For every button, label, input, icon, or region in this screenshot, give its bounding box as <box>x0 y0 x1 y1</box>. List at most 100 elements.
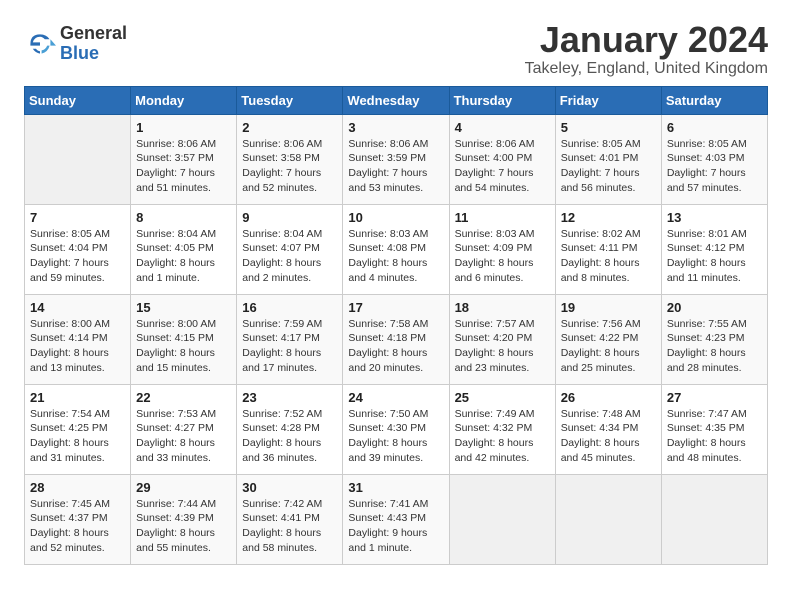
week-row-1: 1 Sunrise: 8:06 AMSunset: 3:57 PMDaylight… <box>25 114 768 204</box>
day-number: 2 <box>242 120 337 135</box>
logo-general-text: General <box>60 24 127 44</box>
day-number: 20 <box>667 300 762 315</box>
day-number: 26 <box>561 390 656 405</box>
calendar-cell: 6Sunrise: 8:05 AMSunset: 4:03 PMDaylight… <box>661 114 767 204</box>
day-info: Sunrise: 8:02 AMSunset: 4:11 PMDaylight:… <box>561 227 656 286</box>
day-info: Sunrise: 8:06 AMSunset: 3:58 PMDaylight:… <box>242 137 337 196</box>
calendar-cell: 18 Sunrise: 7:57 AMSunset: 4:20 PMDayligh… <box>449 294 555 384</box>
day-info: Sunrise: 7:50 AMSunset: 4:30 PMDaylight:… <box>348 407 443 466</box>
day-info: Sunrise: 7:41 AMSunset: 4:43 PMDaylight:… <box>348 497 443 556</box>
day-info: Sunrise: 7:58 AMSunset: 4:18 PMDaylight:… <box>348 317 443 376</box>
day-number: 22 <box>136 390 231 405</box>
day-number: 7 <box>30 210 125 225</box>
day-info: Sunrise: 7:44 AMSunset: 4:39 PMDaylight:… <box>136 497 231 556</box>
calendar-cell: 26 Sunrise: 7:48 AMSunset: 4:34 PMDayligh… <box>555 384 661 474</box>
calendar-cell <box>449 474 555 564</box>
calendar-table: SundayMondayTuesdayWednesdayThursdayFrid… <box>24 86 768 565</box>
logo: General Blue <box>24 24 127 64</box>
day-info: Sunrise: 8:05 AMSunset: 4:01 PMDaylight:… <box>561 137 656 196</box>
day-number: 23 <box>242 390 337 405</box>
week-row-4: 21Sunrise: 7:54 AMSunset: 4:25 PMDayligh… <box>25 384 768 474</box>
weekday-header-sunday: Sunday <box>25 86 131 114</box>
day-number: 11 <box>455 210 550 225</box>
day-number: 5 <box>561 120 656 135</box>
day-number: 13 <box>667 210 762 225</box>
calendar-cell: 29 Sunrise: 7:44 AMSunset: 4:39 PMDayligh… <box>131 474 237 564</box>
week-row-5: 28 Sunrise: 7:45 AMSunset: 4:37 PMDayligh… <box>25 474 768 564</box>
calendar-cell: 31 Sunrise: 7:41 AMSunset: 4:43 PMDayligh… <box>343 474 449 564</box>
calendar-cell: 24 Sunrise: 7:50 AMSunset: 4:30 PMDayligh… <box>343 384 449 474</box>
calendar-cell: 23 Sunrise: 7:52 AMSunset: 4:28 PMDayligh… <box>237 384 343 474</box>
calendar-cell: 7Sunrise: 8:05 AMSunset: 4:04 PMDaylight… <box>25 204 131 294</box>
day-info: Sunrise: 8:00 AMSunset: 4:14 PMDaylight:… <box>30 317 125 376</box>
week-row-2: 7Sunrise: 8:05 AMSunset: 4:04 PMDaylight… <box>25 204 768 294</box>
day-number: 1 <box>136 120 231 135</box>
day-info: Sunrise: 8:06 AMSunset: 3:57 PMDaylight:… <box>136 137 231 196</box>
day-info: Sunrise: 7:45 AMSunset: 4:37 PMDaylight:… <box>30 497 125 556</box>
day-number: 18 <box>455 300 550 315</box>
weekday-header-friday: Friday <box>555 86 661 114</box>
calendar-cell: 9Sunrise: 8:04 AMSunset: 4:07 PMDaylight… <box>237 204 343 294</box>
calendar-cell: 25 Sunrise: 7:49 AMSunset: 4:32 PMDayligh… <box>449 384 555 474</box>
day-info: Sunrise: 8:04 AMSunset: 4:07 PMDaylight:… <box>242 227 337 286</box>
title-block: January 2024 Takeley, England, United Ki… <box>525 20 768 78</box>
day-number: 12 <box>561 210 656 225</box>
day-number: 4 <box>455 120 550 135</box>
calendar-cell <box>661 474 767 564</box>
day-number: 25 <box>455 390 550 405</box>
day-info: Sunrise: 8:01 AMSunset: 4:12 PMDaylight:… <box>667 227 762 286</box>
day-number: 28 <box>30 480 125 495</box>
calendar-cell: 3 Sunrise: 8:06 AMSunset: 3:59 PMDaylight… <box>343 114 449 204</box>
calendar-cell: 5 Sunrise: 8:05 AMSunset: 4:01 PMDaylight… <box>555 114 661 204</box>
calendar-cell: 12 Sunrise: 8:02 AMSunset: 4:11 PMDayligh… <box>555 204 661 294</box>
day-number: 31 <box>348 480 443 495</box>
page-header: General Blue January 2024 Takeley, Engla… <box>24 20 768 78</box>
calendar-cell: 1 Sunrise: 8:06 AMSunset: 3:57 PMDaylight… <box>131 114 237 204</box>
day-number: 19 <box>561 300 656 315</box>
day-info: Sunrise: 7:57 AMSunset: 4:20 PMDaylight:… <box>455 317 550 376</box>
calendar-cell: 19Sunrise: 7:56 AMSunset: 4:22 PMDayligh… <box>555 294 661 384</box>
day-number: 30 <box>242 480 337 495</box>
day-info: Sunrise: 7:42 AMSunset: 4:41 PMDaylight:… <box>242 497 337 556</box>
calendar-cell: 20Sunrise: 7:55 AMSunset: 4:23 PMDayligh… <box>661 294 767 384</box>
day-number: 29 <box>136 480 231 495</box>
calendar-cell: 27Sunrise: 7:47 AMSunset: 4:35 PMDayligh… <box>661 384 767 474</box>
day-info: Sunrise: 7:48 AMSunset: 4:34 PMDaylight:… <box>561 407 656 466</box>
weekday-header-thursday: Thursday <box>449 86 555 114</box>
calendar-cell: 16 Sunrise: 7:59 AMSunset: 4:17 PMDayligh… <box>237 294 343 384</box>
calendar-cell: 14 Sunrise: 8:00 AMSunset: 4:14 PMDayligh… <box>25 294 131 384</box>
day-info: Sunrise: 7:59 AMSunset: 4:17 PMDaylight:… <box>242 317 337 376</box>
calendar-cell: 2 Sunrise: 8:06 AMSunset: 3:58 PMDaylight… <box>237 114 343 204</box>
day-number: 10 <box>348 210 443 225</box>
calendar-cell: 17 Sunrise: 7:58 AMSunset: 4:18 PMDayligh… <box>343 294 449 384</box>
day-number: 3 <box>348 120 443 135</box>
day-number: 24 <box>348 390 443 405</box>
day-number: 27 <box>667 390 762 405</box>
day-number: 17 <box>348 300 443 315</box>
weekday-header-tuesday: Tuesday <box>237 86 343 114</box>
weekday-header-row: SundayMondayTuesdayWednesdayThursdayFrid… <box>25 86 768 114</box>
calendar-cell: 28 Sunrise: 7:45 AMSunset: 4:37 PMDayligh… <box>25 474 131 564</box>
day-number: 14 <box>30 300 125 315</box>
day-info: Sunrise: 8:00 AMSunset: 4:15 PMDaylight:… <box>136 317 231 376</box>
day-info: Sunrise: 8:06 AMSunset: 4:00 PMDaylight:… <box>455 137 550 196</box>
calendar-cell: 15Sunrise: 8:00 AMSunset: 4:15 PMDayligh… <box>131 294 237 384</box>
calendar-title: January 2024 <box>525 20 768 60</box>
calendar-cell <box>555 474 661 564</box>
calendar-cell: 21Sunrise: 7:54 AMSunset: 4:25 PMDayligh… <box>25 384 131 474</box>
day-info: Sunrise: 8:06 AMSunset: 3:59 PMDaylight:… <box>348 137 443 196</box>
calendar-cell: 8Sunrise: 8:04 AMSunset: 4:05 PMDaylight… <box>131 204 237 294</box>
logo-text: General Blue <box>60 24 127 64</box>
day-info: Sunrise: 7:52 AMSunset: 4:28 PMDaylight:… <box>242 407 337 466</box>
weekday-header-monday: Monday <box>131 86 237 114</box>
day-number: 16 <box>242 300 337 315</box>
week-row-3: 14 Sunrise: 8:00 AMSunset: 4:14 PMDayligh… <box>25 294 768 384</box>
day-info: Sunrise: 7:49 AMSunset: 4:32 PMDaylight:… <box>455 407 550 466</box>
day-info: Sunrise: 7:54 AMSunset: 4:25 PMDaylight:… <box>30 407 125 466</box>
calendar-subtitle: Takeley, England, United Kingdom <box>525 60 768 78</box>
calendar-cell: 11Sunrise: 8:03 AMSunset: 4:09 PMDayligh… <box>449 204 555 294</box>
logo-icon <box>24 28 56 60</box>
day-info: Sunrise: 8:05 AMSunset: 4:03 PMDaylight:… <box>667 137 762 196</box>
calendar-cell: 4 Sunrise: 8:06 AMSunset: 4:00 PMDaylight… <box>449 114 555 204</box>
logo-blue-text: Blue <box>60 44 127 64</box>
